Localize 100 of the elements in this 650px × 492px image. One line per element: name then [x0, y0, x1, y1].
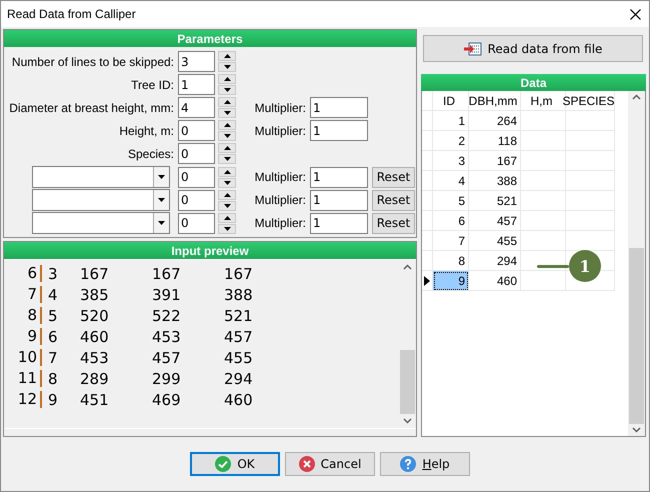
help-button[interactable]: Help: [380, 452, 470, 476]
table-cell: 521: [469, 191, 521, 211]
preview-value: 299: [152, 370, 182, 388]
reset-button[interactable]: Reset: [372, 212, 415, 234]
number-field[interactable]: 3: [178, 51, 215, 72]
line-number: 12: [4, 391, 42, 408]
line-number: 10: [4, 349, 42, 366]
scroll-down-icon[interactable]: [632, 427, 641, 433]
column-header[interactable]: ID: [433, 91, 469, 111]
table-cell: 8: [433, 251, 469, 271]
number-field[interactable]: 0: [178, 166, 215, 188]
preview-value: 453: [152, 328, 182, 346]
up-arrow-icon: [224, 77, 230, 81]
vertical-scrollbar[interactable]: [628, 91, 645, 436]
spin-buttons[interactable]: [218, 51, 236, 72]
table-cell: 9: [433, 271, 469, 291]
table-cell: 3: [433, 151, 469, 171]
field-label: Height, m:: [118, 124, 175, 138]
number-field[interactable]: 4: [178, 97, 215, 118]
spin-buttons[interactable]: [218, 143, 236, 164]
table-cell: 167: [469, 151, 521, 171]
scroll-down-icon[interactable]: [403, 418, 412, 424]
preview-value: 460: [80, 328, 110, 346]
preview-value: 5: [47, 306, 59, 324]
spin-buttons[interactable]: [218, 166, 236, 188]
cancel-button[interactable]: Cancel: [285, 452, 375, 476]
preview-value: 4: [47, 286, 59, 304]
preview-value: 167: [152, 264, 182, 282]
preview-value: 8: [47, 370, 59, 388]
read-file-button[interactable]: Read data from file: [423, 35, 643, 62]
spin-buttons[interactable]: [218, 190, 236, 210]
preview-value: 167: [224, 264, 254, 282]
ok-button[interactable]: OK: [190, 452, 280, 476]
spin-buttons[interactable]: [218, 212, 236, 234]
preview-value: 388: [224, 286, 254, 304]
up-arrow-icon: [224, 170, 230, 174]
table-cell: 388: [469, 171, 521, 191]
combo-box[interactable]: [32, 166, 170, 188]
spin-buttons[interactable]: [218, 74, 236, 95]
line-number: 7: [4, 286, 42, 303]
preview-value: 391: [152, 286, 182, 304]
panel-header: Input preview: [4, 242, 416, 259]
field-label: Tree ID:: [130, 78, 175, 92]
preview-value: 520: [80, 306, 110, 324]
down-arrow-icon: [224, 65, 230, 69]
spin-buttons[interactable]: [218, 97, 236, 118]
panel-header: Data: [421, 74, 646, 91]
table-cell: 460: [469, 271, 521, 291]
row-pointer-icon: [424, 276, 430, 286]
multiplier-field[interactable]: 1: [310, 190, 368, 210]
down-arrow-icon: [224, 134, 230, 138]
combo-box[interactable]: [32, 189, 170, 211]
multiplier-field[interactable]: 1: [310, 120, 368, 141]
reset-button[interactable]: Reset: [372, 190, 415, 210]
combo-box[interactable]: [32, 212, 170, 234]
up-arrow-icon: [224, 100, 230, 104]
down-arrow-icon: [224, 204, 230, 208]
line-number: 6: [4, 265, 42, 282]
reset-button[interactable]: Reset: [372, 166, 415, 188]
table-cell: 294: [469, 251, 521, 271]
table-cell: [521, 251, 566, 271]
up-arrow-icon: [224, 54, 230, 58]
preview-value: 289: [80, 370, 110, 388]
scroll-up-icon[interactable]: [632, 94, 641, 100]
preview-value: 457: [152, 348, 182, 366]
number-field[interactable]: 0: [178, 120, 215, 141]
close-icon[interactable]: [630, 8, 641, 20]
multiplier-field[interactable]: 1: [310, 212, 368, 234]
preview-value: 167: [80, 264, 110, 282]
import-icon: [464, 42, 482, 56]
multiplier-label: Multiplier:: [254, 124, 307, 138]
number-field[interactable]: 0: [178, 143, 215, 164]
down-arrow-icon: [224, 157, 230, 161]
number-field[interactable]: 0: [178, 212, 215, 234]
line-number: 11: [4, 370, 42, 387]
preview-value: 451: [80, 390, 110, 408]
table-cell: 6: [433, 211, 469, 231]
down-arrow-icon: [158, 175, 165, 179]
table-cell: 7: [433, 231, 469, 251]
multiplier-field[interactable]: 1: [310, 97, 368, 118]
preview-value: 453: [80, 348, 110, 366]
multiplier-field[interactable]: 1: [310, 166, 368, 188]
down-arrow-icon: [158, 221, 165, 225]
preview-value: 294: [224, 370, 254, 388]
table-cell: 455: [469, 231, 521, 251]
window-title: Read Data from Calliper: [7, 7, 136, 21]
number-field[interactable]: 1: [178, 74, 215, 95]
preview-value: 469: [152, 390, 182, 408]
multiplier-label: Multiplier:: [254, 193, 307, 207]
column-header[interactable]: DBH,mm: [469, 91, 521, 111]
scroll-up-icon[interactable]: [403, 264, 412, 270]
line-number: 9: [4, 328, 42, 345]
number-field[interactable]: 0: [178, 190, 215, 210]
preview-value: 460: [224, 390, 254, 408]
down-arrow-icon: [224, 180, 230, 184]
down-arrow-icon: [158, 198, 165, 202]
spin-buttons[interactable]: [218, 120, 236, 141]
preview-value: 9: [47, 390, 59, 408]
preview-value: 455: [224, 348, 254, 366]
table-cell: 457: [469, 211, 521, 231]
